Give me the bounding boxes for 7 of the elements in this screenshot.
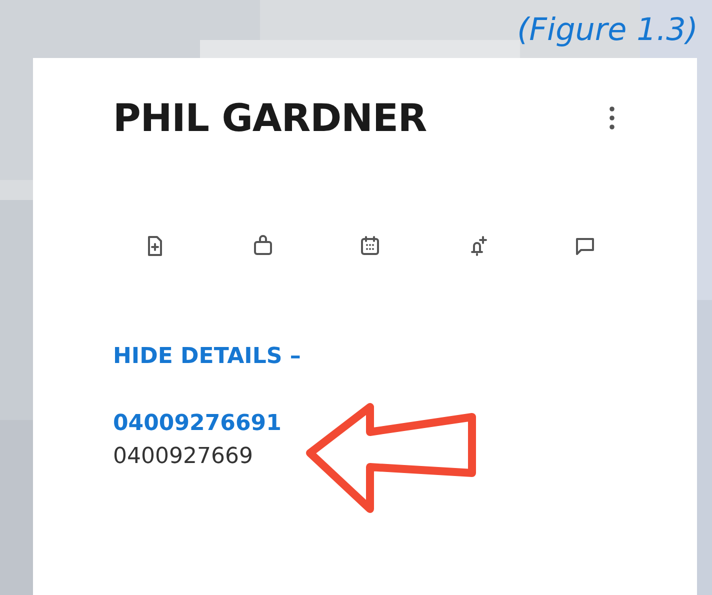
calendar-icon[interactable]: [358, 234, 382, 258]
phone-number: 0400927669: [113, 444, 253, 469]
figure-caption: (Figure 1.3): [517, 12, 698, 48]
hide-details-link[interactable]: HIDE DETAILS –: [113, 344, 301, 369]
more-options-icon[interactable]: [609, 106, 615, 130]
phone-link[interactable]: 04009276691: [113, 411, 282, 436]
contact-name: PHIL GARDNER: [113, 96, 427, 140]
